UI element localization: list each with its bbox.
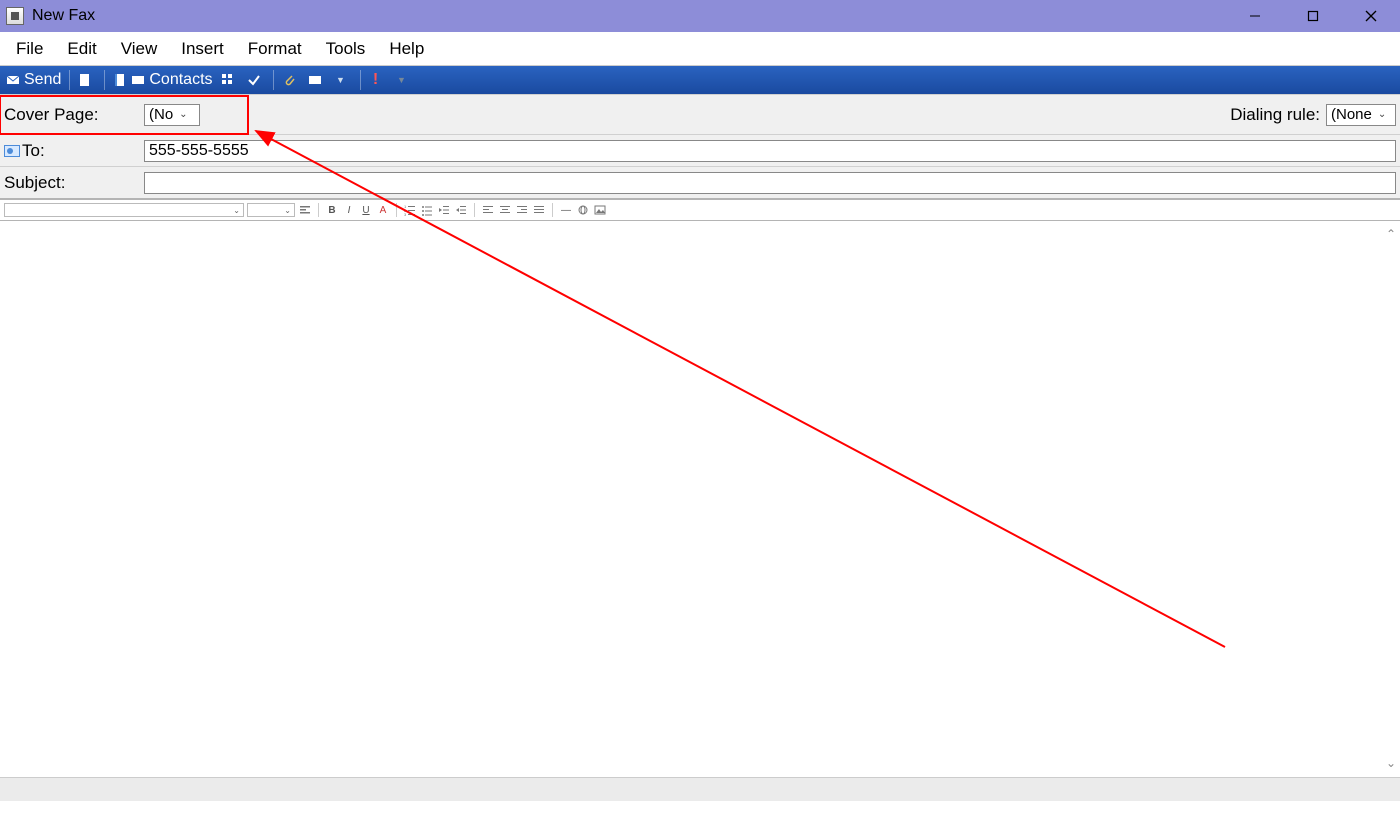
format-separator: [396, 203, 397, 217]
close-button[interactable]: [1342, 0, 1400, 32]
cover-page-row: Cover Page: (No ⌄ Dialing rule: (None ⌄: [0, 95, 1400, 135]
dialing-rule-block: Dialing rule: (None ⌄: [1230, 104, 1396, 126]
contacts-button[interactable]: Contacts: [109, 69, 216, 91]
align-center-button[interactable]: [498, 203, 512, 217]
to-input[interactable]: [144, 140, 1396, 162]
numbered-list-button[interactable]: 123: [403, 203, 417, 217]
font-color-button[interactable]: A: [376, 203, 390, 217]
font-family-select[interactable]: ⌄: [4, 203, 244, 217]
contacts-label: Contacts: [149, 71, 212, 89]
chevron-down-icon: ⌄: [233, 206, 240, 215]
chevron-down-icon: ▼: [395, 73, 409, 87]
format-separator: [318, 203, 319, 217]
app-icon: [6, 7, 24, 25]
paperclip-icon: [282, 73, 296, 87]
subject-label: Subject:: [4, 173, 144, 193]
chevron-down-icon: ⌄: [284, 206, 291, 215]
to-label-block[interactable]: To:: [4, 141, 144, 161]
outdent-button[interactable]: [437, 203, 451, 217]
minimize-button[interactable]: [1226, 0, 1284, 32]
toolbar-separator: [273, 70, 274, 90]
send-button[interactable]: Send: [2, 69, 65, 91]
book-icon: [113, 73, 127, 87]
chevron-down-icon: ⌄: [179, 109, 187, 120]
format-toolbar: ⌄ ⌄ B I U A 123 —: [0, 199, 1400, 221]
menu-view[interactable]: View: [109, 34, 170, 64]
insert-link-button[interactable]: [576, 203, 590, 217]
send-label: Send: [24, 71, 61, 89]
envelope-icon: [308, 73, 322, 87]
format-separator: [552, 203, 553, 217]
menu-format[interactable]: Format: [236, 34, 314, 64]
window-title: New Fax: [30, 7, 95, 25]
cover-page-value: (No: [149, 106, 173, 123]
window-titlebar: New Fax: [0, 0, 1400, 32]
align-right-button[interactable]: [515, 203, 529, 217]
toolbar-dropdown-arrow-2[interactable]: ▼: [391, 71, 417, 89]
toolbar-dropdown-arrow[interactable]: ▼: [330, 71, 356, 89]
toolbar-icon-1[interactable]: [74, 71, 100, 89]
message-body[interactable]: ⌃ ⌄: [0, 221, 1400, 777]
font-size-select[interactable]: ⌄: [247, 203, 295, 217]
status-bar: [0, 777, 1400, 801]
contact-card-icon: [4, 145, 20, 157]
italic-button[interactable]: I: [342, 203, 356, 217]
toolbar-priority[interactable]: !: [365, 71, 391, 89]
page-icon: [78, 73, 92, 87]
chevron-down-icon: ▼: [334, 73, 348, 87]
toolbar-icon-grid[interactable]: [217, 71, 243, 89]
mail-icon: [6, 73, 20, 87]
align-justify-button[interactable]: [532, 203, 546, 217]
paragraph-style-button[interactable]: [298, 203, 312, 217]
check-icon: [247, 73, 261, 87]
subject-row: Subject:: [0, 167, 1400, 199]
toolbar: Send Contacts ▼ ! ▼: [0, 66, 1400, 94]
dialing-rule-select[interactable]: (None ⌄: [1326, 104, 1396, 126]
window-controls: [1226, 0, 1400, 32]
svg-text:3: 3: [404, 212, 407, 216]
menu-edit[interactable]: Edit: [55, 34, 108, 64]
menu-tools[interactable]: Tools: [314, 34, 378, 64]
to-label: To:: [22, 141, 45, 161]
grid-icon: [221, 73, 235, 87]
underline-button[interactable]: U: [359, 203, 373, 217]
align-left-button[interactable]: [481, 203, 495, 217]
bullet-list-button[interactable]: [420, 203, 434, 217]
insert-image-button[interactable]: [593, 203, 607, 217]
toolbar-separator: [360, 70, 361, 90]
toolbar-icon-check[interactable]: [243, 71, 269, 89]
scroll-down-arrow[interactable]: ⌄: [1386, 756, 1396, 771]
chevron-down-icon: ⌄: [1378, 109, 1386, 120]
priority-icon: !: [369, 73, 383, 87]
horizontal-rule-button[interactable]: —: [559, 203, 573, 217]
menu-insert[interactable]: Insert: [169, 34, 236, 64]
dialing-rule-label: Dialing rule:: [1230, 105, 1320, 125]
menu-bar: File Edit View Insert Format Tools Help: [0, 32, 1400, 66]
format-separator: [474, 203, 475, 217]
toolbar-icon-envelope[interactable]: [304, 71, 330, 89]
toolbar-separator: [69, 70, 70, 90]
indent-button[interactable]: [454, 203, 468, 217]
cover-page-label: Cover Page:: [4, 105, 144, 125]
cover-page-select[interactable]: (No ⌄: [144, 104, 200, 126]
menu-file[interactable]: File: [4, 34, 55, 64]
toolbar-icon-attach[interactable]: [278, 71, 304, 89]
to-row: To:: [0, 135, 1400, 167]
subject-input[interactable]: [144, 172, 1396, 194]
toolbar-separator: [104, 70, 105, 90]
menu-help[interactable]: Help: [377, 34, 436, 64]
bold-button[interactable]: B: [325, 203, 339, 217]
dialing-rule-value: (None: [1331, 106, 1372, 123]
card-icon: [131, 73, 145, 87]
header-fields: Cover Page: (No ⌄ Dialing rule: (None ⌄ …: [0, 94, 1400, 199]
scroll-up-arrow[interactable]: ⌃: [1386, 227, 1396, 242]
maximize-button[interactable]: [1284, 0, 1342, 32]
